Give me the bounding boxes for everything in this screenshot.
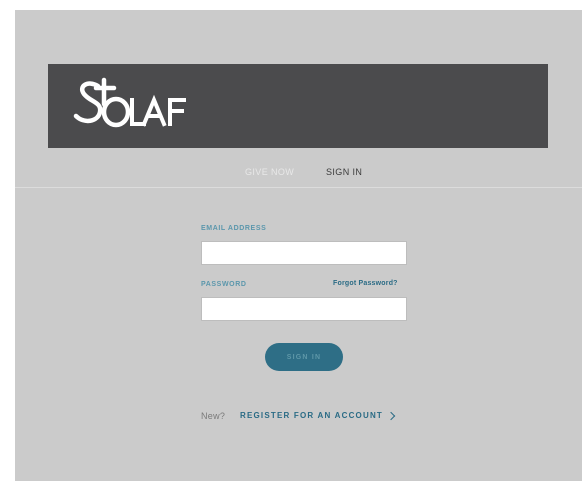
nav-give-now[interactable]: GIVE NOW (245, 167, 294, 177)
st-olaf-logo[interactable] (70, 74, 210, 134)
nav-sign-in[interactable]: SIGN IN (326, 167, 362, 177)
register-account-link[interactable]: REGISTER FOR AN ACCOUNT (240, 411, 396, 420)
nav-divider (15, 187, 582, 188)
top-nav: GIVE NOW SIGN IN (15, 167, 582, 187)
email-label: EMAIL ADDRESS (201, 225, 267, 232)
new-user-text: New? (201, 411, 226, 421)
header-banner (48, 64, 548, 148)
register-label: REGISTER FOR AN ACCOUNT (240, 411, 384, 420)
password-label: PASSWORD (201, 281, 247, 288)
chevron-right-icon (386, 411, 396, 420)
email-field[interactable] (201, 241, 407, 265)
password-field[interactable] (201, 297, 407, 321)
forgot-password-link[interactable]: Forgot Password? (333, 280, 398, 287)
page-frame: GIVE NOW SIGN IN EMAIL ADDRESS PASSWORD … (15, 10, 582, 481)
sign-in-button[interactable]: SIGN IN (265, 343, 343, 371)
